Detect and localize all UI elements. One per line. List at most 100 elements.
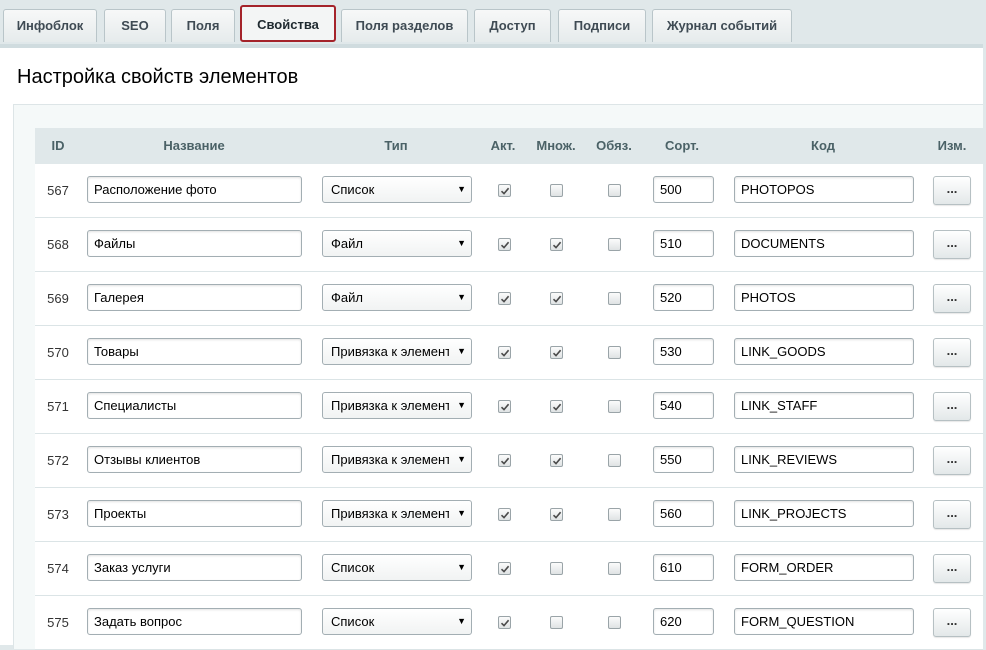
- property-type-value: Список: [331, 560, 375, 575]
- header-multiple: Множ.: [536, 138, 576, 153]
- edit-button[interactable]: ...: [933, 446, 971, 475]
- sort-input[interactable]: [653, 338, 714, 365]
- property-type-select[interactable]: Привязка к элементам ▼: [322, 446, 472, 473]
- code-input[interactable]: [734, 284, 914, 311]
- edit-button[interactable]: ...: [933, 500, 971, 529]
- required-checkbox[interactable]: [608, 616, 621, 629]
- dropdown-arrow-icon: ▼: [457, 346, 466, 356]
- sort-input[interactable]: [653, 230, 714, 257]
- property-name-input[interactable]: [87, 500, 302, 527]
- tab-6[interactable]: Доступ: [474, 9, 551, 42]
- active-checkbox[interactable]: [498, 184, 511, 197]
- required-checkbox[interactable]: [608, 508, 621, 521]
- property-type-select[interactable]: Файл ▼: [322, 230, 472, 257]
- property-type-select[interactable]: Привязка к элементам ▼: [322, 500, 472, 527]
- property-name-input[interactable]: [87, 230, 302, 257]
- table-row: 573 Привязка к элементам ▼...: [35, 488, 983, 542]
- code-input[interactable]: [734, 176, 914, 203]
- dropdown-arrow-icon: ▼: [457, 508, 466, 518]
- property-id: 571: [47, 399, 69, 414]
- property-name-input[interactable]: [87, 608, 302, 635]
- multiple-checkbox[interactable]: [550, 616, 563, 629]
- edit-button[interactable]: ...: [933, 392, 971, 421]
- table-row: 568 Файл ▼...: [35, 218, 983, 272]
- code-input[interactable]: [734, 392, 914, 419]
- property-id: 572: [47, 453, 69, 468]
- edit-button[interactable]: ...: [933, 338, 971, 367]
- property-type-select[interactable]: Привязка к элементам ▼: [322, 392, 472, 419]
- active-checkbox[interactable]: [498, 346, 511, 359]
- property-type-select[interactable]: Список ▼: [322, 176, 472, 203]
- sort-input[interactable]: [653, 284, 714, 311]
- code-input[interactable]: [734, 446, 914, 473]
- active-checkbox[interactable]: [498, 454, 511, 467]
- dropdown-arrow-icon: ▼: [457, 292, 466, 302]
- sort-input[interactable]: [653, 554, 714, 581]
- tab-3[interactable]: Поля: [171, 9, 235, 42]
- required-checkbox[interactable]: [608, 238, 621, 251]
- tab-7[interactable]: Подписи: [558, 9, 646, 42]
- property-type-select[interactable]: Список ▼: [322, 608, 472, 635]
- dropdown-arrow-icon: ▼: [457, 562, 466, 572]
- property-name-input[interactable]: [87, 446, 302, 473]
- required-checkbox[interactable]: [608, 562, 621, 575]
- required-checkbox[interactable]: [608, 454, 621, 467]
- multiple-checkbox[interactable]: [550, 400, 563, 413]
- multiple-checkbox[interactable]: [550, 184, 563, 197]
- property-type-value: Привязка к элементам: [331, 398, 449, 413]
- edit-button[interactable]: ...: [933, 554, 971, 583]
- edit-button[interactable]: ...: [933, 230, 971, 259]
- sort-input[interactable]: [653, 608, 714, 635]
- code-input[interactable]: [734, 554, 914, 581]
- tab-4[interactable]: Свойства: [240, 5, 336, 42]
- property-id: 567: [47, 183, 69, 198]
- code-input[interactable]: [734, 230, 914, 257]
- sort-input[interactable]: [653, 176, 714, 203]
- active-checkbox[interactable]: [498, 616, 511, 629]
- code-input[interactable]: [734, 608, 914, 635]
- required-checkbox[interactable]: [608, 184, 621, 197]
- edit-button[interactable]: ...: [933, 608, 971, 637]
- property-name-input[interactable]: [87, 554, 302, 581]
- sort-input[interactable]: [653, 446, 714, 473]
- multiple-checkbox[interactable]: [550, 454, 563, 467]
- table-row: 570 Привязка к элементам ▼...: [35, 326, 983, 380]
- page-title: Настройка свойств элементов: [17, 66, 299, 88]
- required-checkbox[interactable]: [608, 400, 621, 413]
- property-type-select[interactable]: Привязка к элементам ▼: [322, 338, 472, 365]
- required-checkbox[interactable]: [608, 292, 621, 305]
- property-name-input[interactable]: [87, 392, 302, 419]
- multiple-checkbox[interactable]: [550, 292, 563, 305]
- tab-2[interactable]: SEO: [104, 9, 166, 42]
- dropdown-arrow-icon: ▼: [457, 616, 466, 626]
- multiple-checkbox[interactable]: [550, 508, 563, 521]
- active-checkbox[interactable]: [498, 562, 511, 575]
- property-name-input[interactable]: [87, 338, 302, 365]
- tab-8[interactable]: Журнал событий: [652, 9, 792, 42]
- sort-input[interactable]: [653, 392, 714, 419]
- edit-button[interactable]: ...: [933, 284, 971, 313]
- property-id: 573: [47, 507, 69, 522]
- multiple-checkbox[interactable]: [550, 346, 563, 359]
- code-input[interactable]: [734, 338, 914, 365]
- dropdown-arrow-icon: ▼: [457, 238, 466, 248]
- property-type-select[interactable]: Файл ▼: [322, 284, 472, 311]
- sort-input[interactable]: [653, 500, 714, 527]
- active-checkbox[interactable]: [498, 292, 511, 305]
- property-type-value: Файл: [331, 290, 363, 305]
- active-checkbox[interactable]: [498, 238, 511, 251]
- dropdown-arrow-icon: ▼: [457, 454, 466, 464]
- required-checkbox[interactable]: [608, 346, 621, 359]
- multiple-checkbox[interactable]: [550, 238, 563, 251]
- edit-button[interactable]: ...: [933, 176, 971, 205]
- active-checkbox[interactable]: [498, 400, 511, 413]
- active-checkbox[interactable]: [498, 508, 511, 521]
- property-type-value: Привязка к элементам: [331, 344, 449, 359]
- code-input[interactable]: [734, 500, 914, 527]
- property-type-select[interactable]: Список ▼: [322, 554, 472, 581]
- tab-5[interactable]: Поля разделов: [341, 9, 468, 42]
- property-name-input[interactable]: [87, 176, 302, 203]
- tab-1[interactable]: Инфоблок: [3, 9, 97, 42]
- property-name-input[interactable]: [87, 284, 302, 311]
- multiple-checkbox[interactable]: [550, 562, 563, 575]
